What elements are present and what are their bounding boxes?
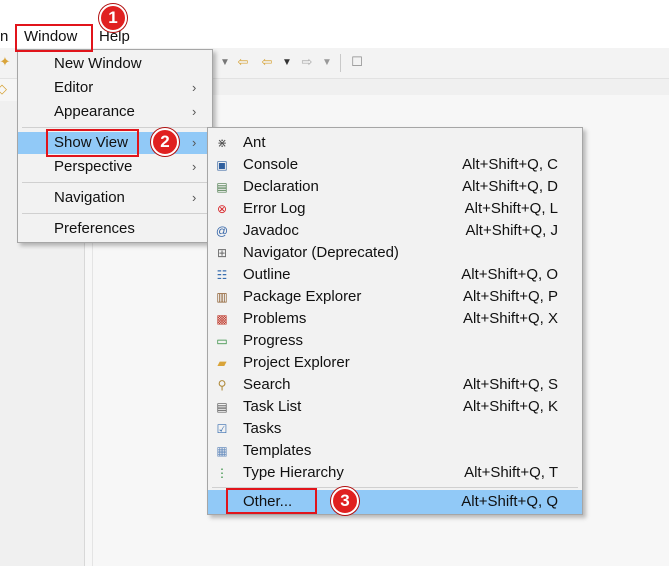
toolbar-partial-icon[interactable]: ✦: [0, 53, 14, 71]
view-item-templates[interactable]: ▦ Templates: [208, 440, 582, 462]
view-item-label: Type Hierarchy: [243, 464, 344, 481]
view-item-navigator[interactable]: ⊞ Navigator (Deprecated): [208, 242, 582, 264]
menu-run-partial[interactable]: n: [0, 26, 8, 48]
view-item-label: Navigator (Deprecated): [243, 244, 399, 261]
step-badge-3: 3: [331, 487, 359, 515]
view-item-shortcut: Alt+Shift+Q, Q: [461, 493, 558, 510]
view-item-error-log[interactable]: ⊗ Error Log Alt+Shift+Q, L: [208, 198, 582, 220]
outline-icon: ☷: [216, 268, 228, 282]
view-item-ant[interactable]: ⋇ Ant: [208, 132, 582, 154]
view-item-label: Progress: [243, 332, 304, 349]
view-item-label: Declaration: [243, 178, 319, 195]
highlight-box-show-view: [46, 129, 139, 157]
package-explorer-icon: ▥: [216, 290, 228, 304]
view-item-shortcut: Alt+Shift+Q, O: [461, 266, 558, 283]
menu-item-label: Editor: [54, 79, 94, 96]
view-item-label: Problems: [243, 310, 307, 327]
view-item-search[interactable]: ⚲ Search Alt+Shift+Q, S: [208, 374, 582, 396]
submenu-arrow-icon: ›: [192, 159, 197, 174]
project-explorer-icon: ▰: [217, 356, 227, 370]
highlight-box-other: [226, 488, 317, 514]
forward-dropdown-icon[interactable]: ▼: [318, 53, 336, 71]
view-item-label: Outline: [243, 266, 291, 283]
view-item-shortcut: Alt+Shift+Q, S: [462, 376, 558, 393]
toolbar-partial-icon-2[interactable]: ◇: [0, 81, 7, 97]
highlight-box-window: [15, 24, 93, 52]
problems-icon: ▩: [216, 312, 228, 326]
pin-editor-icon[interactable]: ☐: [348, 53, 366, 71]
view-item-shortcut: Alt+Shift+Q, T: [464, 464, 558, 481]
menu-item-label: New Window: [54, 55, 142, 72]
navigator-icon: ⊞: [216, 246, 228, 260]
left-toolbar-strip: ◇: [0, 79, 18, 101]
menu-item-new-window[interactable]: New Window: [18, 53, 212, 75]
view-item-shortcut: Alt+Shift+Q, L: [464, 200, 558, 217]
view-item-outline[interactable]: ☷ Outline Alt+Shift+Q, O: [208, 264, 582, 286]
back-dropdown-icon[interactable]: ▼: [278, 53, 296, 71]
menu-item-label: Preferences: [54, 220, 135, 237]
tasks-icon: ☑: [216, 422, 228, 436]
view-item-type-hierarchy[interactable]: ⋮ Type Hierarchy Alt+Shift+Q, T: [208, 462, 582, 484]
view-item-shortcut: Alt+Shift+Q, J: [465, 222, 558, 239]
last-edit-location-icon[interactable]: ⇦: [234, 53, 252, 71]
view-item-shortcut: Alt+Shift+Q, X: [462, 310, 558, 327]
menu-item-preferences[interactable]: Preferences: [18, 218, 212, 240]
view-item-label: Console: [243, 156, 299, 173]
view-item-label: Tasks: [243, 420, 282, 437]
javadoc-icon: @: [215, 224, 229, 238]
view-item-problems[interactable]: ▩ Problems Alt+Shift+Q, X: [208, 308, 582, 330]
show-view-submenu: ⋇ Ant ▣ Console Alt+Shift+Q, C ▤ Declara…: [207, 127, 583, 515]
menu-item-label: Navigation: [54, 189, 125, 206]
declaration-icon: ▤: [216, 180, 228, 194]
menu-item-navigation[interactable]: Navigation ›: [18, 187, 212, 209]
view-item-label: Javadoc: [243, 222, 299, 239]
menu-item-appearance[interactable]: Appearance ›: [18, 101, 212, 123]
step-badge-1: 1: [99, 4, 127, 32]
submenu-arrow-icon: ›: [192, 135, 197, 150]
view-item-shortcut: Alt+Shift+Q, P: [462, 288, 558, 305]
menu-item-editor[interactable]: Editor ›: [18, 77, 212, 99]
menu-bar: n Window Help: [0, 26, 669, 48]
view-item-label: Task List: [243, 398, 302, 415]
menu-item-perspective[interactable]: Perspective ›: [18, 156, 212, 178]
view-item-label: Search: [243, 376, 291, 393]
view-item-label: Package Explorer: [243, 288, 362, 305]
view-item-progress[interactable]: ▭ Progress: [208, 330, 582, 352]
console-icon: ▣: [216, 158, 228, 172]
menu-item-label: Perspective: [54, 158, 133, 175]
view-item-package-explorer[interactable]: ▥ Package Explorer Alt+Shift+Q, P: [208, 286, 582, 308]
menu-separator: [22, 182, 208, 183]
submenu-arrow-icon: ›: [192, 104, 197, 119]
view-item-tasks[interactable]: ☑ Tasks: [208, 418, 582, 440]
progress-icon: ▭: [216, 334, 228, 348]
view-item-task-list[interactable]: ▤ Task List Alt+Shift+Q, K: [208, 396, 582, 418]
search-icon: ⚲: [217, 378, 227, 392]
view-item-label: Project Explorer: [243, 354, 350, 371]
type-hierarchy-icon: ⋮: [216, 466, 228, 480]
task-list-icon: ▤: [216, 400, 228, 414]
view-item-project-explorer[interactable]: ▰ Project Explorer: [208, 352, 582, 374]
step-badge-2: 2: [151, 128, 179, 156]
dropdown-arrow-icon[interactable]: ▼: [216, 53, 234, 71]
back-icon[interactable]: ⇦: [258, 53, 276, 71]
view-item-console[interactable]: ▣ Console Alt+Shift+Q, C: [208, 154, 582, 176]
view-item-javadoc[interactable]: @ Javadoc Alt+Shift+Q, J: [208, 220, 582, 242]
view-item-shortcut: Alt+Shift+Q, C: [462, 156, 558, 173]
view-item-label: Ant: [243, 134, 266, 151]
view-item-label: Error Log: [243, 200, 306, 217]
menu-item-label: Appearance: [54, 103, 135, 120]
view-item-shortcut: Alt+Shift+Q, D: [462, 178, 558, 195]
view-item-declaration[interactable]: ▤ Declaration Alt+Shift+Q, D: [208, 176, 582, 198]
menu-separator: [22, 127, 208, 128]
submenu-arrow-icon: ›: [192, 190, 197, 205]
toolbar-separator: [340, 54, 341, 72]
menu-separator: [22, 213, 208, 214]
view-item-label: Templates: [243, 442, 312, 459]
forward-icon[interactable]: ⇨: [298, 53, 316, 71]
templates-icon: ▦: [216, 444, 228, 458]
error-log-icon: ⊗: [216, 202, 228, 216]
submenu-arrow-icon: ›: [192, 80, 197, 95]
view-item-shortcut: Alt+Shift+Q, K: [462, 398, 558, 415]
ant-icon: ⋇: [216, 136, 228, 150]
